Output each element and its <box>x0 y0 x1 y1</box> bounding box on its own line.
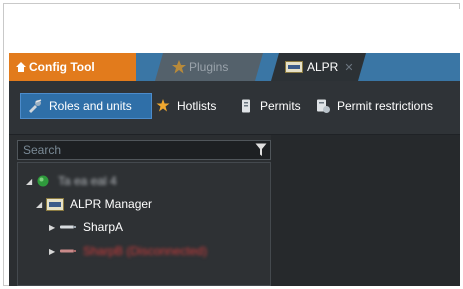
search-input[interactable]: Search <box>17 140 271 160</box>
expander-icon[interactable]: ◢ <box>26 177 36 186</box>
title-bar <box>9 9 460 53</box>
expander-icon[interactable]: ▶ <box>49 247 59 256</box>
tab-label: Config Tool <box>29 60 95 74</box>
tab-plugins[interactable]: Plugins <box>155 53 263 81</box>
tool-hotlists[interactable]: Hotlists <box>155 93 216 119</box>
tool-label: Permit restrictions <box>337 99 434 113</box>
toolbar: Roles and units Hotlists Permits Permit … <box>9 81 460 135</box>
alpr-manager-icon <box>46 197 64 211</box>
permits-icon <box>242 99 250 113</box>
tool-label: Hotlists <box>177 99 217 113</box>
tab-label: Plugins <box>189 60 229 74</box>
camera-icon <box>60 225 76 229</box>
filter-icon[interactable] <box>255 143 267 157</box>
server-icon <box>37 175 49 187</box>
tree-unit-label: SharpB (Disconnected) <box>83 244 208 258</box>
close-icon[interactable]: ✕ <box>344 61 353 74</box>
tab-strip: Config Tool Plugins ALPR ✕ <box>9 53 460 81</box>
permit-restrictions-icon <box>317 99 330 113</box>
tool-roles-and-units[interactable]: Roles and units <box>20 93 152 119</box>
expander-icon[interactable]: ▶ <box>49 223 59 232</box>
tool-label: Roles and units <box>49 99 132 113</box>
tree-root[interactable]: ◢ Ta ea eal 4 <box>26 171 117 191</box>
camera-offline-icon <box>60 249 76 253</box>
tool-permits[interactable]: Permits <box>238 93 301 119</box>
entity-tree: ◢ Ta ea eal 4 ◢ ALPR Manager ▶ SharpA ▶ … <box>17 162 271 286</box>
hotlist-icon <box>156 99 170 112</box>
tree-root-label: Ta ea eal 4 <box>58 174 117 188</box>
tool-label: Permits <box>260 99 301 113</box>
tree-manager-label: ALPR Manager <box>70 197 153 211</box>
tree-unit-sharpb[interactable]: ▶ SharpB (Disconnected) <box>49 241 207 261</box>
tab-label: ALPR <box>307 60 339 74</box>
tab-config-tool[interactable]: Config Tool <box>9 53 136 81</box>
tab-alpr[interactable]: ALPR ✕ <box>271 53 366 81</box>
home-icon <box>16 62 26 72</box>
tree-alpr-manager[interactable]: ◢ ALPR Manager <box>36 194 152 214</box>
tree-unit-label: SharpA <box>83 220 124 234</box>
alpr-icon <box>285 61 303 73</box>
expander-icon[interactable]: ◢ <box>36 200 46 209</box>
details-panel <box>271 135 460 286</box>
tool-permit-restrictions[interactable]: Permit restrictions <box>315 93 433 119</box>
tree-unit-sharpa[interactable]: ▶ SharpA <box>49 217 123 237</box>
roles-units-icon <box>29 99 42 113</box>
star-icon <box>171 59 187 75</box>
